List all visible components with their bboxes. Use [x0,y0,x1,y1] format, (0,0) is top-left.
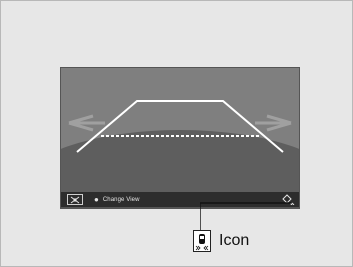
right-guide-arrow [255,114,292,132]
callout-leader-line [200,202,291,230]
voice-control-icon: ● [94,194,99,204]
guide-trapezoid [76,100,284,153]
change-view-label[interactable]: Change View [103,197,140,203]
icon-callout-label: Icon [219,232,250,249]
rear-camera-display [60,67,300,209]
left-guide-arrow [68,114,105,132]
parking-sensor-icon-callout [193,230,211,252]
camera-view-icon [70,196,80,203]
view-mode-button[interactable] [67,194,83,205]
parking-guide-lines [68,100,292,153]
car-sensor-icon [195,234,209,251]
